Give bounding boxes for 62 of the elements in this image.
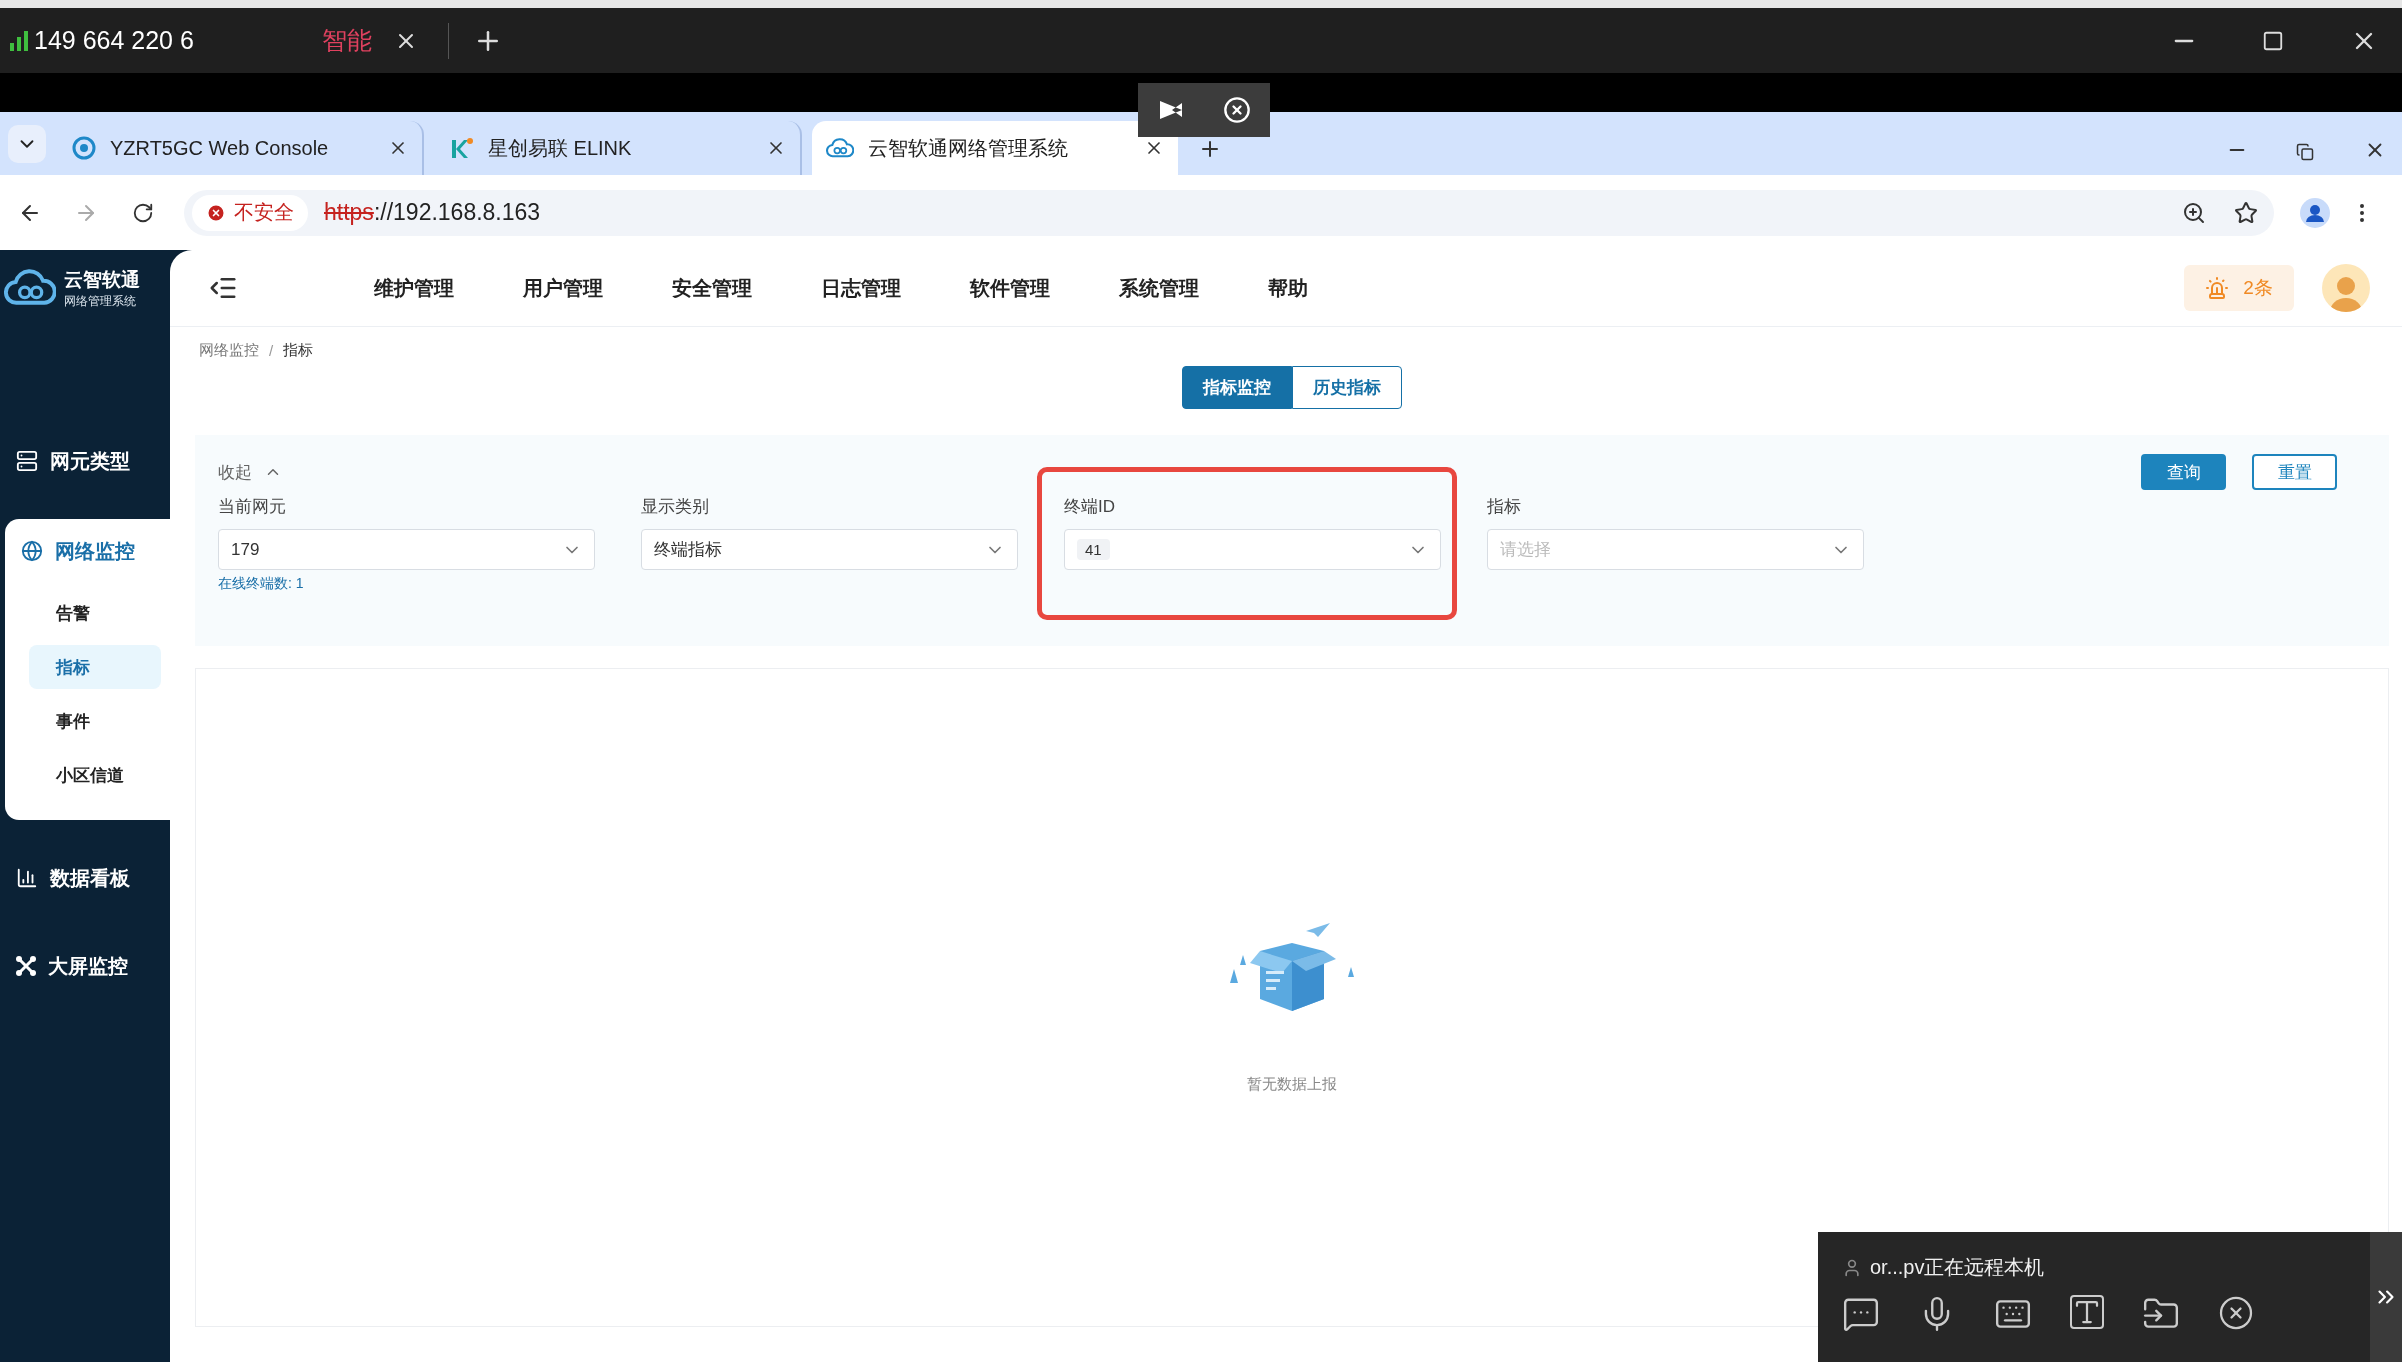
session-id: 149 664 220 6 (34, 26, 194, 55)
breadcrumb-item[interactable]: 网络监控 (199, 341, 259, 360)
cloud-icon (4, 269, 56, 308)
nodes-icon (16, 956, 36, 976)
submenu-item[interactable]: 事件 (29, 699, 161, 743)
breadcrumb-item: 指标 (283, 341, 314, 360)
session-tab[interactable]: 智能 (321, 24, 372, 57)
nav-item[interactable]: 软件管理 (970, 274, 1050, 302)
tab-list-button[interactable] (8, 125, 46, 163)
sidebar-item[interactable]: 网络监控 (5, 521, 170, 581)
field-label: 显示类别 (641, 496, 710, 518)
view-tab[interactable]: 历史指标 (1292, 366, 1402, 409)
nav-item[interactable]: 日志管理 (821, 274, 901, 302)
maximize-icon[interactable] (2262, 29, 2284, 52)
select-field[interactable]: 终端指标 (641, 529, 1018, 570)
text-tool-icon[interactable] (2070, 1295, 2104, 1329)
nav-item[interactable]: 系统管理 (1119, 274, 1199, 302)
address-field[interactable]: 不安全 https://192.168.8.163 (184, 189, 2274, 236)
select-field[interactable]: 41 (1064, 529, 1441, 570)
bookmark-icon[interactable] (2234, 200, 2258, 225)
bar-chart-icon (16, 867, 38, 889)
profile-icon[interactable] (2300, 197, 2330, 228)
nav-item[interactable]: 用户管理 (523, 274, 603, 302)
nav-item[interactable]: 帮助 (1268, 274, 1308, 302)
submenu-item[interactable]: 指标 (29, 645, 161, 689)
letter-logo-icon (450, 136, 474, 160)
reset-button[interactable]: 重置 (2252, 454, 2337, 490)
reload-icon[interactable] (132, 201, 154, 224)
signal-icon (10, 30, 28, 51)
sidebar-item[interactable]: 数据看板 (0, 848, 170, 908)
select-field[interactable]: 179 (218, 529, 595, 570)
field-label: 终端ID (1064, 496, 1116, 518)
restore-icon[interactable] (2296, 143, 2314, 161)
nav-item[interactable]: 维护管理 (374, 274, 454, 302)
selected-tag: 41 (1077, 539, 1110, 560)
nav-item[interactable]: 安全管理 (672, 274, 752, 302)
logo-title: 云智软通 (64, 268, 140, 292)
security-chip[interactable]: 不安全 (192, 194, 308, 231)
user-icon (1842, 1257, 1862, 1278)
logo-subtitle: 网络管理系统 (64, 293, 137, 310)
zoom-icon[interactable] (2182, 200, 2206, 225)
browser-tab[interactable]: 云智软通网络管理系统 (812, 121, 1178, 175)
submenu-item[interactable]: 小区信道 (29, 753, 161, 797)
empty-message: 暂无数据上报 (1247, 1075, 1337, 1094)
submenu-item[interactable]: 告警 (29, 591, 161, 635)
cloud-icon (826, 137, 854, 159)
sidebar-item[interactable]: 大屏监控 (0, 936, 170, 996)
spiral-icon (72, 136, 96, 160)
collapse-toggle[interactable]: 收起 (218, 460, 282, 484)
view-tab[interactable]: 指标监控 (1182, 366, 1292, 409)
online-count: 在线终端数: 1 (218, 575, 304, 593)
remote-status: or...pv正在远程本机 (1870, 1255, 2045, 1280)
sidebar-item[interactable]: 网元类型 (0, 431, 170, 491)
error-icon (206, 202, 226, 223)
close-icon[interactable] (2218, 1295, 2254, 1331)
breadcrumb-separator: / (269, 342, 274, 359)
field-label: 指标 (1487, 496, 1522, 518)
query-button[interactable]: 查询 (2141, 454, 2226, 490)
globe-icon (21, 540, 43, 562)
field-label: 当前网元 (218, 496, 287, 518)
server-icon (16, 450, 38, 472)
play-icon[interactable] (1157, 99, 1184, 121)
